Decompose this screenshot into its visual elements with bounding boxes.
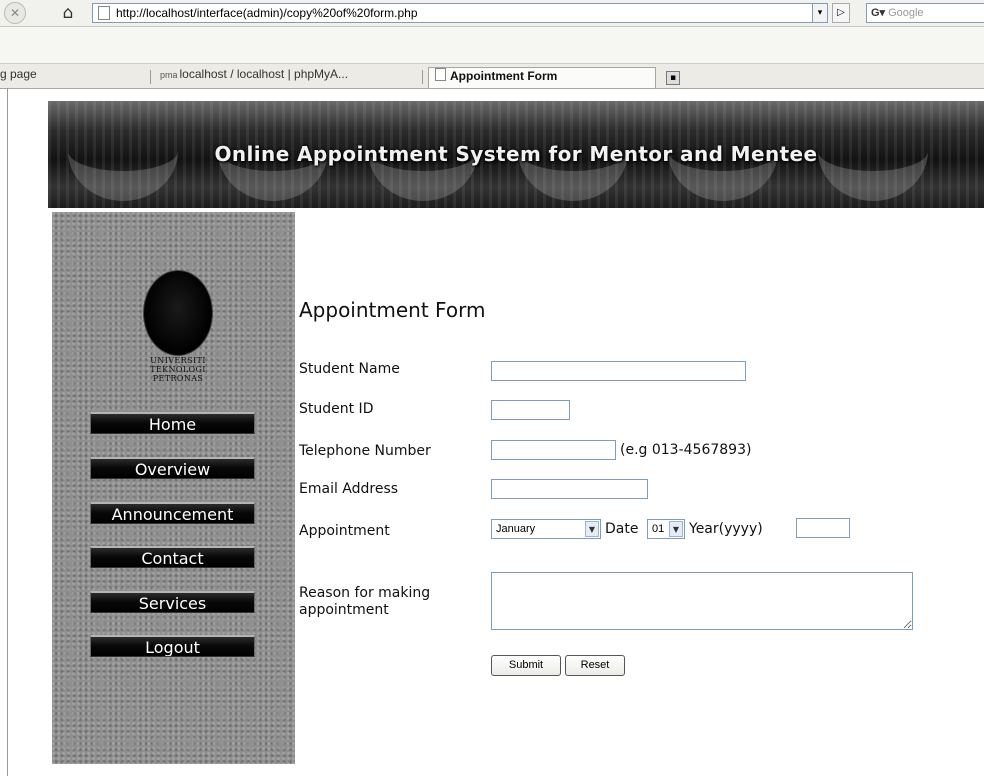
page-icon [98,6,110,20]
tab-3[interactable]: Appointment Form [428,67,656,88]
window-frame [7,88,8,776]
tab-strip: g page pma localhost / localhost | phpMyA… [0,64,984,89]
phpmyadmin-icon: pma [160,70,178,80]
tab-3-label: Appointment Form [450,69,558,83]
logo-text-line: UNIVERSITI [150,356,206,365]
date-select-value: 01 [652,523,665,535]
search-placeholder: Google [888,7,924,19]
address-bar[interactable]: http://localhost/interface(admin)/copy%2… [92,3,814,23]
stop-icon[interactable]: ✕ [4,2,26,24]
reason-label-line: Reason for making [299,585,431,601]
student-id-label: Student ID [299,401,374,417]
menu-overview-button[interactable]: Overview [90,457,255,479]
university-logo: UNIVERSITI TEKNOLOGI PETRONAS [143,270,213,390]
student-name-input[interactable] [491,361,746,381]
google-icon[interactable]: G▾ [871,4,885,22]
close-tab-icon[interactable]: ▪ [666,71,680,85]
email-input[interactable] [491,479,648,499]
telephone-hint: (e.g 013-4567893) [620,442,752,458]
month-select-value: January [496,523,536,535]
reset-button[interactable]: Reset [565,655,625,676]
email-label: Email Address [299,481,399,497]
student-name-label: Student Name [299,361,400,377]
banner-title: Online Appointment System for Mentor and… [214,142,818,166]
logo-emblem-icon [143,270,213,356]
address-dropdown-button[interactable]: ▾ [812,3,828,23]
home-icon[interactable]: ⌂ [56,2,80,24]
tab-1[interactable]: g page [0,67,62,87]
page-icon [435,68,446,81]
tab-1-label: g page [0,67,37,81]
tab-divider [150,70,151,84]
sidebar: UNIVERSITI TEKNOLOGI PETRONAS Home Overv… [52,212,295,764]
menu-services-button[interactable]: Services [90,591,255,613]
month-select[interactable]: January ▼ [491,519,601,539]
menu-announcement-button[interactable]: Announcement [90,502,255,524]
reason-textarea[interactable] [491,572,913,630]
menu-logout-button[interactable]: Logout [90,635,255,657]
header-banner: Online Appointment System for Mentor and… [48,101,984,208]
chevron-down-icon[interactable]: ▼ [585,521,599,537]
student-id-input[interactable] [491,400,570,420]
tab-2-label: localhost / localhost | phpMyA... [179,67,349,81]
reason-label: Reason for making appointment [299,585,430,619]
telephone-label: Telephone Number [299,443,431,459]
tab-divider [422,70,423,84]
appointment-label: Appointment [299,523,390,539]
menu-home-button[interactable]: Home [90,412,255,434]
year-input[interactable] [796,518,850,538]
menu-contact-button[interactable]: Contact [90,546,255,568]
logo-text-line: PETRONAS [152,374,204,383]
search-bar[interactable]: G▾ Google [866,3,984,23]
logo-text-line: TEKNOLOGI [150,365,206,374]
bookmarks-bar [0,27,984,64]
play-arrow-icon[interactable]: ▷ [832,3,850,23]
form-title: Appointment Form [299,298,486,322]
telephone-input[interactable] [491,440,616,460]
submit-button[interactable]: Submit [491,655,561,676]
year-label: Year(yyyy) [689,521,763,537]
chevron-down-icon[interactable]: ▼ [669,521,683,537]
date-select[interactable]: 01 ▼ [647,519,685,539]
reason-label-line: appointment [299,602,389,618]
date-label: Date [605,521,639,537]
address-bar-url: http://localhost/interface(admin)/copy%2… [116,6,418,20]
browser-toolbar: ✕ ⌂ http://localhost/interface(admin)/co… [0,0,984,27]
tab-2[interactable]: pma localhost / localhost | phpMyA... [160,67,418,87]
